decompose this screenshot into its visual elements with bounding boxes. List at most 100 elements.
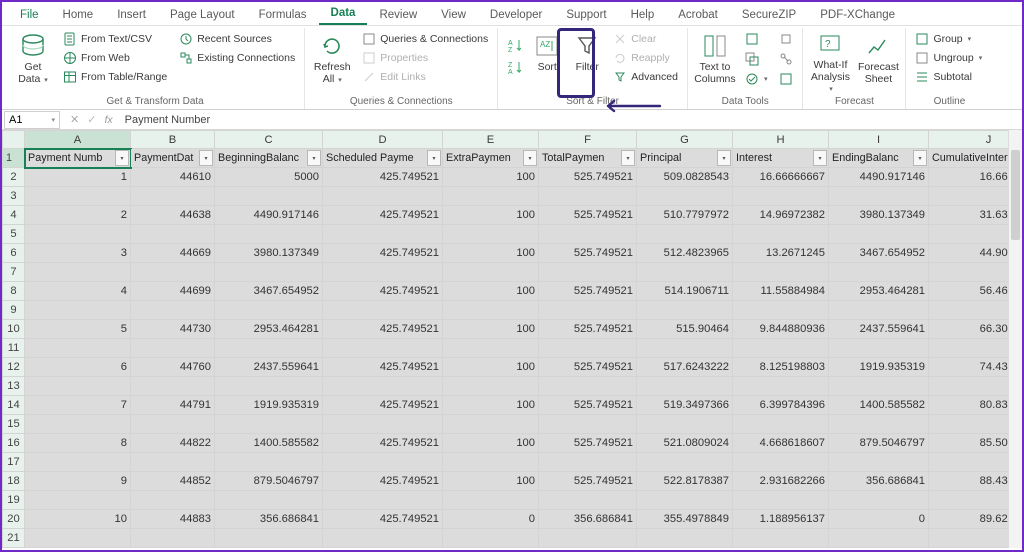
cell[interactable]: 1 bbox=[25, 168, 131, 187]
cell[interactable]: 525.749521 bbox=[539, 244, 637, 263]
cell[interactable]: 44883 bbox=[131, 510, 215, 529]
tab-acrobat[interactable]: Acrobat bbox=[666, 5, 730, 25]
cell[interactable] bbox=[25, 377, 131, 396]
cell[interactable] bbox=[215, 491, 323, 510]
cell[interactable] bbox=[25, 415, 131, 434]
cell[interactable]: 4490.917146 bbox=[215, 206, 323, 225]
cell[interactable] bbox=[131, 548, 215, 549]
cell[interactable] bbox=[25, 301, 131, 320]
cell[interactable] bbox=[323, 377, 443, 396]
cell[interactable] bbox=[829, 491, 929, 510]
select-all-corner[interactable] bbox=[3, 131, 25, 149]
cell[interactable]: 425.749521 bbox=[323, 396, 443, 415]
cell[interactable]: 425.749521 bbox=[323, 472, 443, 491]
cell[interactable]: 2437.559641 bbox=[215, 358, 323, 377]
col-header-H[interactable]: H bbox=[733, 131, 829, 149]
cell[interactable] bbox=[733, 187, 829, 206]
cell[interactable] bbox=[539, 263, 637, 282]
ungroup-button[interactable]: Ungroup ▾ bbox=[912, 49, 985, 67]
filter-dropdown-icon[interactable]: ▾ bbox=[115, 150, 129, 166]
filter-dropdown-icon[interactable]: ▾ bbox=[813, 150, 827, 166]
cell[interactable]: 356.686841 bbox=[539, 510, 637, 529]
cell[interactable] bbox=[443, 529, 539, 548]
cell[interactable] bbox=[323, 225, 443, 244]
filter-dropdown-icon[interactable]: ▾ bbox=[427, 150, 441, 166]
cell[interactable]: 525.749521 bbox=[539, 320, 637, 339]
col-header-B[interactable]: B bbox=[131, 131, 215, 149]
cell[interactable] bbox=[733, 263, 829, 282]
cell[interactable]: 2437.559641 bbox=[829, 320, 929, 339]
whatif-button[interactable]: ? What-IfAnalysis ▾ bbox=[809, 30, 851, 92]
cell[interactable]: 4 bbox=[25, 282, 131, 301]
row-header[interactable]: 16 bbox=[3, 434, 25, 453]
text-to-columns-button[interactable]: Text toColumns bbox=[694, 30, 736, 92]
subtotal-button[interactable]: Subtotal bbox=[912, 68, 985, 86]
refresh-all-button[interactable]: RefreshAll ▾ bbox=[311, 30, 353, 92]
cell[interactable] bbox=[829, 529, 929, 548]
cell[interactable] bbox=[539, 187, 637, 206]
row-header[interactable]: 18 bbox=[3, 472, 25, 491]
row-header[interactable]: 14 bbox=[3, 396, 25, 415]
cell[interactable] bbox=[733, 415, 829, 434]
cell[interactable] bbox=[323, 491, 443, 510]
cell[interactable]: 525.749521 bbox=[539, 396, 637, 415]
cell[interactable] bbox=[323, 339, 443, 358]
fx-icon[interactable]: fx bbox=[104, 114, 118, 126]
advanced-filter-button[interactable]: Advanced bbox=[610, 68, 681, 86]
cell[interactable]: 355.4978849 bbox=[637, 510, 733, 529]
filter-dropdown-icon[interactable]: ▾ bbox=[621, 150, 635, 166]
cell[interactable]: 3980.137349 bbox=[829, 206, 929, 225]
cell[interactable]: 879.5046797 bbox=[215, 472, 323, 491]
confirm-entry-icon[interactable]: ✓ bbox=[87, 113, 96, 126]
tab-support[interactable]: Support bbox=[554, 5, 618, 25]
cell[interactable] bbox=[733, 225, 829, 244]
cell[interactable]: 2.931682266 bbox=[733, 472, 829, 491]
cell[interactable]: 100 bbox=[443, 282, 539, 301]
cell[interactable]: 2953.464281 bbox=[215, 320, 323, 339]
cell[interactable]: 13.2671245 bbox=[733, 244, 829, 263]
cell[interactable]: 514.1906711 bbox=[637, 282, 733, 301]
tab-securezip[interactable]: SecureZIP bbox=[730, 5, 808, 25]
cell[interactable] bbox=[637, 377, 733, 396]
cell[interactable]: 0 bbox=[829, 510, 929, 529]
row-header[interactable]: 13 bbox=[3, 377, 25, 396]
recent-sources-button[interactable]: Recent Sources bbox=[176, 30, 298, 48]
row-header[interactable]: 6 bbox=[3, 244, 25, 263]
cell[interactable]: 510.7797972 bbox=[637, 206, 733, 225]
cell[interactable]: 100 bbox=[443, 244, 539, 263]
cell[interactable] bbox=[637, 301, 733, 320]
cell[interactable] bbox=[443, 225, 539, 244]
cell[interactable] bbox=[733, 339, 829, 358]
cell[interactable]: 6 bbox=[25, 358, 131, 377]
cell[interactable] bbox=[637, 529, 733, 548]
cell[interactable] bbox=[323, 301, 443, 320]
cell[interactable]: 14.96972382 bbox=[733, 206, 829, 225]
row-header[interactable]: 15 bbox=[3, 415, 25, 434]
cell[interactable] bbox=[131, 187, 215, 206]
cell[interactable]: 425.749521 bbox=[323, 168, 443, 187]
cell[interactable] bbox=[25, 529, 131, 548]
tab-data[interactable]: Data bbox=[319, 3, 368, 25]
cell[interactable]: 44852 bbox=[131, 472, 215, 491]
sort-desc-button[interactable]: ZA bbox=[504, 58, 524, 76]
from-text-csv-button[interactable]: From Text/CSV bbox=[60, 30, 170, 48]
cell[interactable]: 8.125198803 bbox=[733, 358, 829, 377]
cell[interactable] bbox=[215, 415, 323, 434]
cell[interactable]: 425.749521 bbox=[323, 358, 443, 377]
cell[interactable]: 517.6243222 bbox=[637, 358, 733, 377]
cell[interactable]: 521.0809024 bbox=[637, 434, 733, 453]
formula-input[interactable]: Payment Number bbox=[119, 114, 1022, 126]
edit-links-button[interactable]: Edit Links bbox=[359, 68, 491, 86]
cell[interactable] bbox=[215, 377, 323, 396]
cell[interactable] bbox=[443, 415, 539, 434]
filter-dropdown-icon[interactable]: ▾ bbox=[307, 150, 321, 166]
from-table-range-button[interactable]: From Table/Range bbox=[60, 68, 170, 86]
tab-file[interactable]: File bbox=[8, 5, 51, 25]
scrollbar-thumb[interactable] bbox=[1011, 150, 1020, 240]
flash-fill-button[interactable] bbox=[742, 30, 771, 48]
cell[interactable]: 519.3497366 bbox=[637, 396, 733, 415]
cell[interactable]: 425.749521 bbox=[323, 510, 443, 529]
cell[interactable] bbox=[323, 453, 443, 472]
existing-connections-button[interactable]: Existing Connections bbox=[176, 49, 298, 67]
cell[interactable]: 7 bbox=[25, 396, 131, 415]
